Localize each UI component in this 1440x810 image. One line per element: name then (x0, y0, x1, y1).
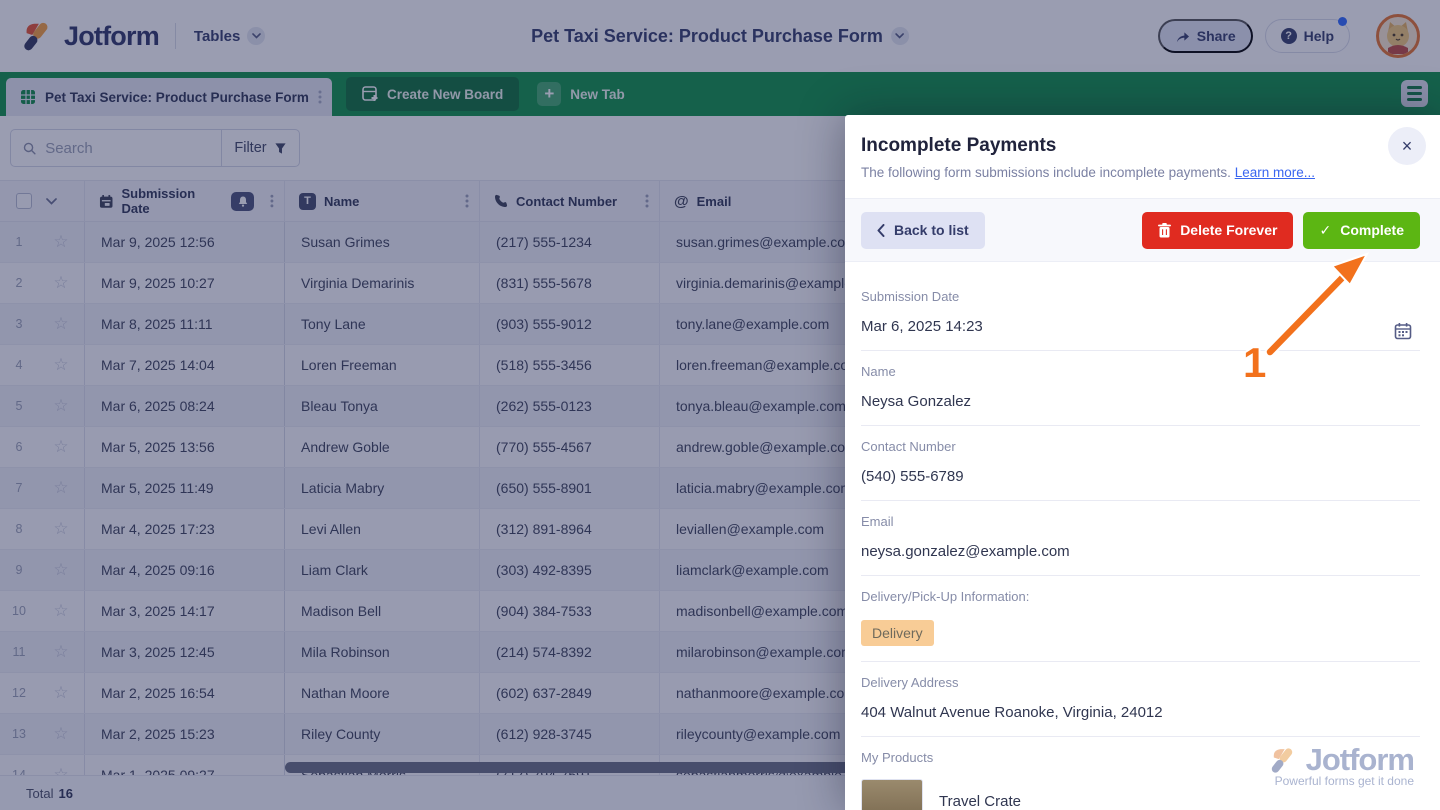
field-contact-number: Contact Number (540) 555-6789 (861, 426, 1420, 501)
panel-subtitle: The following form submissions include i… (861, 165, 1420, 180)
back-to-list-button[interactable]: Back to list (861, 212, 985, 249)
submission-detail-fields: Submission Date Mar 6, 2025 14:23 Name N… (845, 262, 1440, 810)
jotform-watermark: Jotform Powerful forms get it done (1268, 742, 1414, 788)
complete-button[interactable]: ✓ Complete (1303, 212, 1420, 249)
field-delivery-info: Delivery/Pick-Up Information: Delivery (861, 576, 1420, 662)
chevron-left-icon (877, 224, 885, 237)
field-email: Email neysa.gonzalez@example.com (861, 501, 1420, 576)
close-button[interactable]: × (1388, 127, 1426, 165)
delete-forever-button[interactable]: Delete Forever (1142, 212, 1293, 249)
close-icon: × (1402, 136, 1413, 157)
check-icon: ✓ (1319, 222, 1331, 239)
delivery-tag[interactable]: Delivery (861, 620, 934, 646)
panel-header: Incomplete Payments The following form s… (845, 115, 1440, 180)
learn-more-link[interactable]: Learn more... (1235, 165, 1315, 180)
panel-action-bar: Back to list Delete Forever ✓ Complete (845, 198, 1440, 262)
field-delivery-address: Delivery Address 404 Walnut Avenue Roano… (861, 662, 1420, 737)
panel-title: Incomplete Payments (861, 135, 1420, 157)
field-submission-date: Submission Date Mar 6, 2025 14:23 (861, 276, 1420, 351)
field-name: Name Neysa Gonzalez (861, 351, 1420, 426)
incomplete-payments-panel: Incomplete Payments The following form s… (845, 115, 1440, 810)
calendar-picker-icon[interactable] (1394, 322, 1412, 345)
app-window: Jotform Tables Pet Taxi Service: Product… (0, 0, 1440, 810)
product-image (861, 779, 923, 810)
trash-icon (1158, 223, 1171, 238)
jotform-watermark-icon (1268, 745, 1298, 775)
